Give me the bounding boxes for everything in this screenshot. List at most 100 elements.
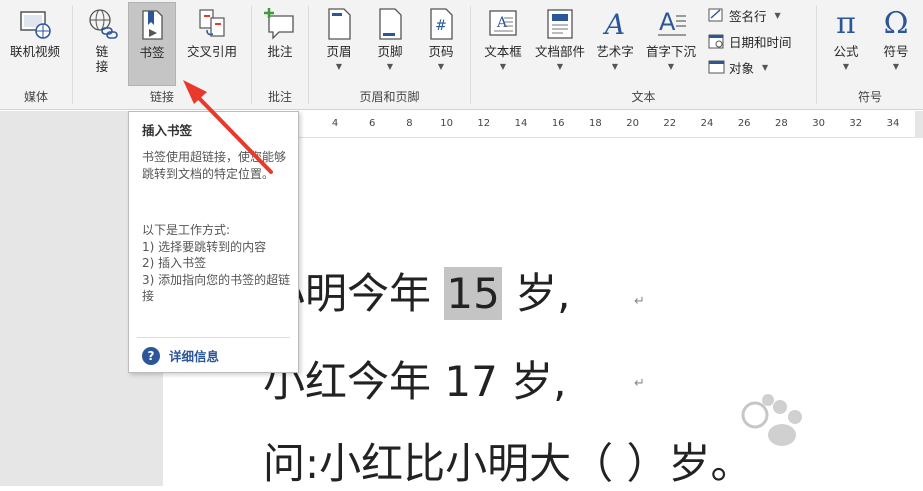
object-button[interactable]: 对象 ▼ [707,56,768,78]
group-symbols-label: 符号 [857,90,882,104]
chevron-down-icon: ▼ [556,62,564,71]
ruler-number: 6 [369,118,376,129]
ruler-number: 20 [626,118,639,129]
chevron-down-icon: ▼ [611,62,619,71]
omega-icon: Ω [883,6,909,41]
quick-parts-button[interactable]: 文档部件 ▼ [529,2,591,86]
footer-icon [373,6,407,42]
doc-line-2[interactable]: 小红今年 17 岁, [263,348,567,409]
symbol-label: 符号 [883,44,909,59]
drop-cap-button[interactable]: A 首字下沉 ▼ [639,2,703,86]
wordart-label: 艺术字 [596,44,634,59]
tooltip-divider [137,337,290,338]
drop-cap-icon: A [654,6,688,42]
link-globe-icon [85,6,119,42]
ruler-number: 4 [331,118,339,129]
group-media: 联机视频 媒体 [0,0,72,110]
header-button[interactable]: 页眉 ▼ [315,2,363,86]
hyperlink-button[interactable]: 链 接 [79,2,125,86]
signature-line-button[interactable]: 签名行 ▼ [707,4,781,26]
chevron-down-icon: ▼ [892,62,900,71]
equation-label: 公式 [833,44,859,59]
wordart-button[interactable]: A 艺术字 ▼ [589,2,641,86]
textbox-glyph: A [496,15,508,31]
comment-button[interactable]: 批注 [256,2,304,86]
paragraph-mark: ↵ [634,294,645,309]
group-text: A 文本框 ▼ 文档部件 ▼ A 艺术字 ▼ A 首字下沉 ▼ 签名行 ▼ 日期… [471,0,816,110]
textbox-label: 文本框 [484,44,522,59]
chevron-down-icon: ▼ [762,62,769,72]
date-time-button[interactable]: 日期和时间 [707,30,792,52]
ruler-number: 16 [551,118,565,129]
group-header-footer: 页眉 ▼ 页脚 ▼ # 页码 ▼ 页眉和页脚 [309,0,470,110]
group-media-label: 媒体 [23,90,48,104]
doc-line-1[interactable]: 小明今年 15 岁, [263,260,571,321]
ruler-number: 14 [514,118,528,129]
drop-cap-glyph: A [659,8,676,36]
group-symbols: π 公式 ▼ Ω 符号 ▼ 符号 [817,0,923,110]
ruler-number: 26 [737,118,751,129]
chevron-down-icon: ▼ [386,62,394,71]
comment-icon [263,6,297,42]
ruler-number: 10 [440,118,453,129]
footer-label: 页脚 [377,44,403,59]
chevron-down-icon: ▼ [437,62,445,71]
ruler-number: 30 [812,118,825,129]
chevron-down-icon: ▼ [499,62,507,71]
line1-after: 岁, [501,269,571,318]
group-header-footer-label: 页眉和页脚 [359,90,420,104]
ruler-number: 32 [849,118,863,129]
tell-me-more-link[interactable]: ? 详细信息 [142,346,219,365]
page-number-label: 页码 [428,44,454,59]
bookmark-button[interactable]: 书签 [128,2,176,86]
comment-label: 批注 [267,44,293,59]
object-label: 对象 [729,60,755,76]
group-comments: 批注 批注 [252,0,308,110]
group-links: 链 接 书签 交叉引用 链接 [73,0,251,110]
online-video-label: 联机视频 [9,44,60,59]
tooltip-step: 2) 插入书签 [142,256,207,270]
quick-parts-label: 文档部件 [534,44,585,59]
online-video-button[interactable]: 联机视频 [2,2,68,86]
doc-line-3[interactable]: 问:小红比小明大（ ）岁。 [263,430,753,491]
bookmark-icon [135,7,169,43]
wordart-glyph: A [602,8,625,41]
chevron-down-icon: ▼ [774,10,781,20]
ruler-number: 28 [775,118,788,129]
group-text-label: 文本 [631,90,656,104]
textbox-icon: A [486,6,520,42]
highlighted-number[interactable]: 15 [444,267,502,320]
drop-cap-label: 首字下沉 [645,44,696,59]
bookmark-label: 书签 [139,45,165,60]
tooltip-title: 插入书签 [142,123,193,138]
footer-button[interactable]: 页脚 ▼ [366,2,414,86]
object-icon [707,58,725,76]
help-icon: ? [142,346,160,365]
date-time-label: 日期和时间 [729,34,792,50]
page-number-button[interactable]: # 页码 ▼ [417,2,465,86]
ruler-number: 22 [663,118,677,129]
ruler-number: 18 [589,118,602,129]
calendar-icon [707,32,725,50]
chevron-down-icon: ▼ [842,62,850,71]
quick-parts-icon [543,6,577,42]
cross-reference-button[interactable]: 交叉引用 [179,2,245,86]
ruler-number: 24 [700,118,714,129]
chevron-down-icon: ▼ [335,62,343,71]
hyperlink-label: 链 接 [95,44,109,74]
header-icon [322,6,356,42]
cross-reference-label: 交叉引用 [186,44,237,59]
tooltip-steps: 以下是工作方式: 1) 选择要跳转到的内容 2) 插入书签 3) 添加指向您的书… [142,222,294,305]
equation-button[interactable]: π 公式 ▼ [823,2,869,86]
textbox-button[interactable]: A 文本框 ▼ [475,2,531,86]
paragraph-mark: ↵ [634,376,645,391]
symbol-button[interactable]: Ω 符号 ▼ [873,2,919,86]
tooltip-step: 3) 添加指向您的书签的超链接 [142,272,291,304]
online-video-icon [18,6,52,42]
ribbon: 联机视频 媒体 链 接 书签 交叉引用 链接 批注 批注 页眉 ▼ 页脚 ▼ #… [0,0,923,110]
signature-line-label: 签名行 [729,8,767,24]
header-label: 页眉 [326,44,352,59]
tooltip-description: 书签使用超链接，使您能够跳转到文档的特定位置。 [142,150,287,181]
cross-reference-icon [195,6,229,42]
ruler-edge [915,111,923,138]
